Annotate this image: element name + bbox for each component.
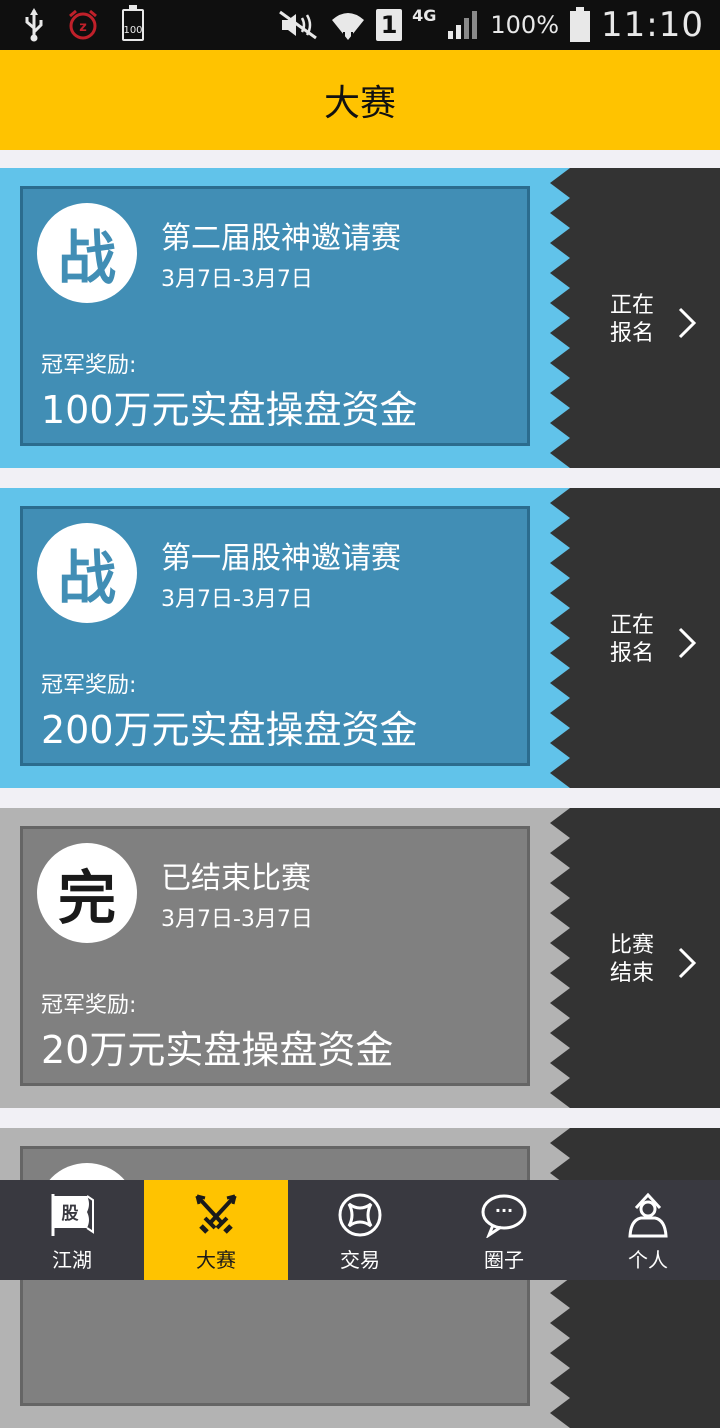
status-left: z 100 (24, 5, 144, 44)
contest-status: 比赛 结束 (610, 932, 666, 988)
battery-percent: 100% (490, 11, 560, 39)
nav-label: 交易 (340, 1248, 380, 1272)
crossed-swords-icon (191, 1192, 241, 1238)
trade-icon (335, 1192, 385, 1238)
contest-title: 第二届股神邀请赛 (161, 221, 401, 256)
contest-badge-icon: 战 (37, 523, 137, 623)
signal-icon (448, 11, 478, 39)
status-line-1: 正在 (610, 613, 655, 638)
nav-item-jiaoyi[interactable]: 交易 (288, 1180, 432, 1280)
clock: 11:10 (601, 5, 704, 45)
alarm-icon: z (69, 9, 97, 40)
status-line-2: 报名 (610, 641, 655, 666)
ticket-teeth (550, 488, 570, 788)
nav-item-quanzi[interactable]: ··· 圈子 (432, 1180, 576, 1280)
status-right: 1 4G 100% 11:10 (276, 0, 704, 50)
flag-icon-text: 股 (62, 1204, 79, 1224)
prize-amount: 200万元实盘操盘资金 (41, 708, 418, 752)
contest-card[interactable]: 完 已结束比赛 3月7日-3月7日 冠军奖励: 20万元实盘操盘资金 比赛 结束 (0, 808, 720, 1108)
nav-label: 大赛 (196, 1248, 236, 1272)
contest-title: 已结束比赛 (161, 861, 311, 896)
ticket-inner: 完 已结束比赛 3月7日-3月7日 冠军奖励: 20万元实盘操盘资金 (20, 826, 530, 1086)
chevron-right-icon (678, 627, 697, 659)
page-title: 大赛 (323, 83, 396, 124)
flag-icon: 股 (47, 1192, 97, 1238)
nav-item-jianghu[interactable]: 股 江湖 (0, 1180, 144, 1280)
usb-icon (25, 8, 43, 42)
nav-label: 江湖 (52, 1248, 92, 1272)
battery-notification-icon: 100 (122, 5, 144, 41)
contest-status: 正在 报名 (610, 612, 666, 668)
contest-badge-icon: 战 (37, 203, 137, 303)
app-header: 大赛 (0, 50, 720, 150)
ticket-inner: 战 第一届股神邀请赛 3月7日-3月7日 冠军奖励: 200万元实盘操盘资金 (20, 506, 530, 766)
prize-amount: 20万元实盘操盘资金 (41, 1028, 394, 1072)
contest-badge-icon: 完 (37, 843, 137, 943)
ticket-teeth (550, 808, 570, 1108)
wifi-icon (332, 13, 365, 40)
prize-label: 冠军奖励: (41, 993, 137, 1018)
nav-item-dasai[interactable]: 大赛 (144, 1180, 288, 1280)
contest-title: 第一届股神邀请赛 (161, 541, 401, 576)
status-line-1: 比赛 (610, 933, 655, 958)
bottom-nav: 股 江湖 大赛 交易 ··· 圈子 个人 (0, 1180, 720, 1280)
contest-dates: 3月7日-3月7日 (161, 907, 313, 932)
status-line-2: 报名 (610, 321, 655, 346)
contest-card[interactable]: 战 第一届股神邀请赛 3月7日-3月7日 冠军奖励: 200万元实盘操盘资金 正… (0, 488, 720, 788)
status-line-2: 结束 (610, 961, 655, 986)
battery-icon (570, 7, 591, 42)
nav-item-geren[interactable]: 个人 (576, 1180, 720, 1280)
prize-label: 冠军奖励: (41, 353, 137, 378)
contest-status-panel[interactable]: 正在 报名 (570, 168, 720, 468)
nav-label: 圈子 (484, 1248, 524, 1272)
chevron-right-icon (678, 947, 697, 979)
nav-label: 个人 (628, 1248, 668, 1272)
sim-slot-text: 1 (380, 11, 398, 39)
prize-label: 冠军奖励: (41, 673, 137, 698)
network-type: 4G (412, 5, 437, 25)
contest-card[interactable]: 战 第二届股神邀请赛 3月7日-3月7日 冠军奖励: 100万元实盘操盘资金 正… (0, 168, 720, 468)
chat-bubble-icon: ··· (479, 1192, 529, 1238)
ticket-inner: 战 第二届股神邀请赛 3月7日-3月7日 冠军奖励: 100万元实盘操盘资金 (20, 186, 530, 446)
contest-status-panel[interactable]: 比赛 结束 (570, 808, 720, 1108)
chat-icon-text: ··· (495, 1201, 513, 1220)
contest-dates: 3月7日-3月7日 (161, 587, 313, 612)
battery-notification-text: 100 (123, 25, 143, 36)
contest-dates: 3月7日-3月7日 (161, 267, 313, 292)
mute-vibrate-icon (279, 10, 318, 40)
svg-text:z: z (79, 20, 87, 35)
sim-slot-icon: 1 (376, 9, 403, 41)
status-line-1: 正在 (610, 293, 655, 318)
contest-status: 正在 报名 (610, 292, 666, 348)
person-icon (623, 1192, 673, 1238)
prize-amount: 100万元实盘操盘资金 (41, 388, 418, 432)
status-bar: z 100 1 4G 100% 11:10 (0, 0, 720, 50)
ticket-teeth (550, 168, 570, 468)
chevron-right-icon (678, 307, 697, 339)
contest-status-panel[interactable]: 正在 报名 (570, 488, 720, 788)
